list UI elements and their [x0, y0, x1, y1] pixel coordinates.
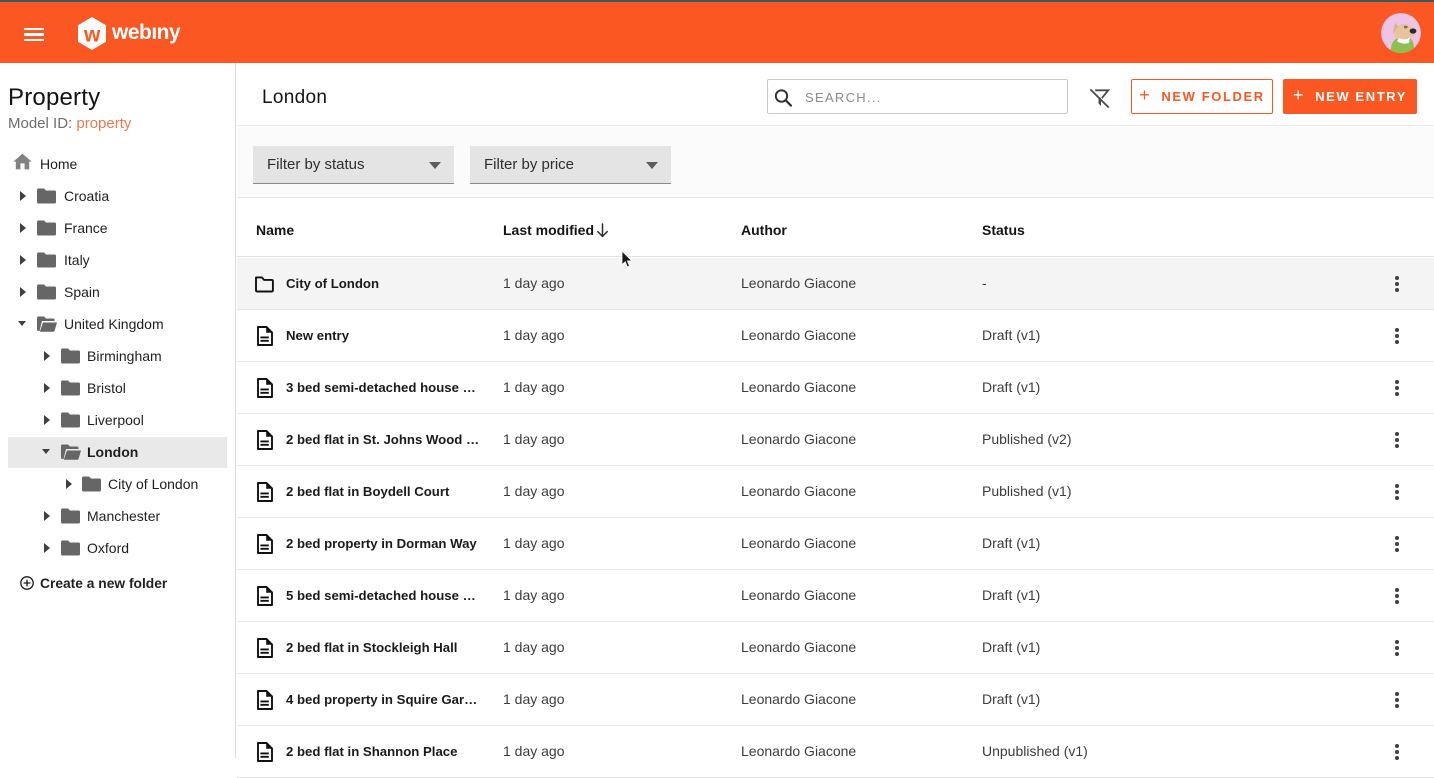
svg-text:w: w	[83, 23, 101, 46]
